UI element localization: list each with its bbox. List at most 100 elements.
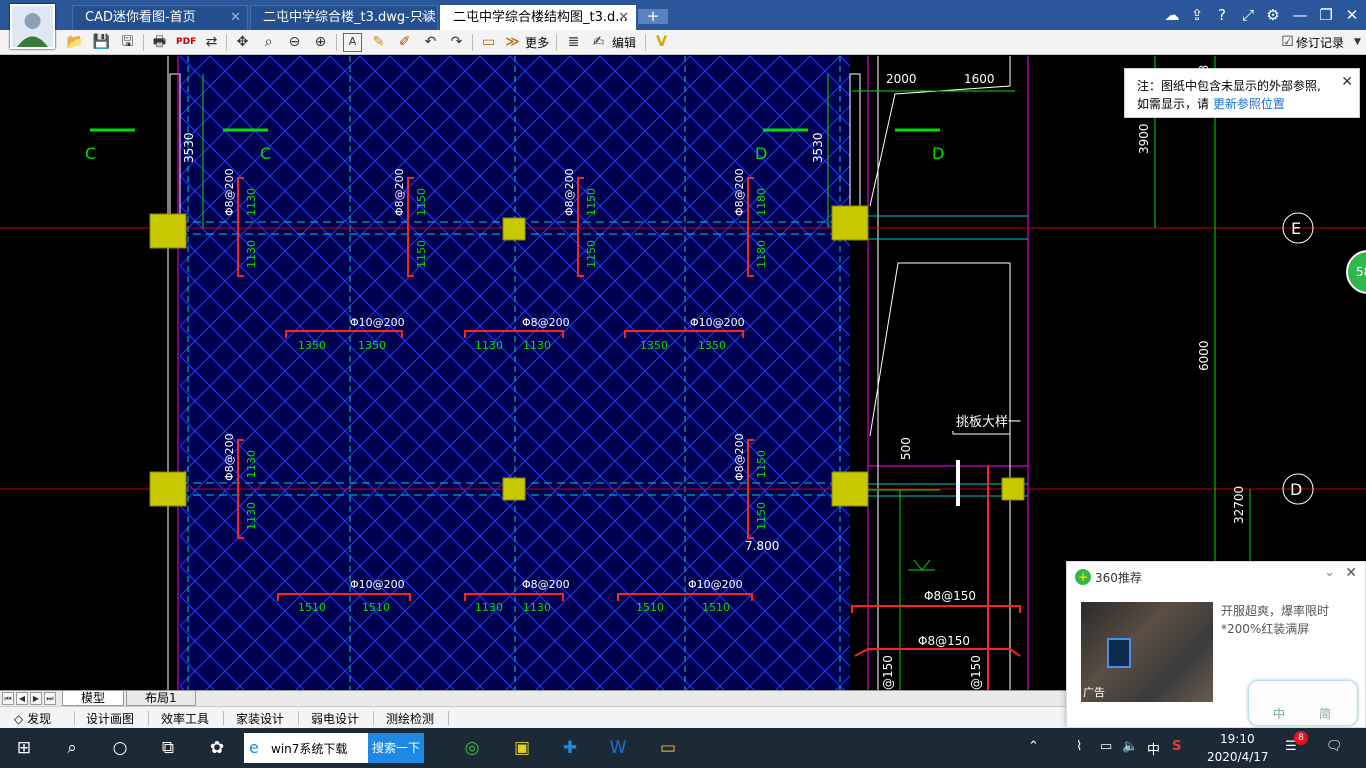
plugin-design-drawing[interactable]: 设计画图 — [86, 710, 134, 727]
chevron-up-icon[interactable]: ⌃ — [1028, 739, 1039, 754]
clock-time[interactable]: 19:10 — [1220, 732, 1255, 746]
prev-layout-icon[interactable]: ◀ — [16, 692, 28, 705]
action-center-icon[interactable]: 🗨 — [1326, 739, 1343, 754]
pan-icon[interactable]: ✥ — [233, 33, 252, 52]
dim-3530: 3530 — [811, 132, 825, 163]
measure-icon[interactable]: ▭ — [479, 33, 498, 52]
markup-icon[interactable]: ✐ — [395, 33, 414, 52]
edit-icon[interactable]: ✍ — [589, 33, 608, 52]
settings-gear-icon[interactable]: ⚙ — [1263, 5, 1283, 25]
layout-tab-layout1[interactable]: 布局1 — [126, 691, 196, 706]
network-icon[interactable]: ⌇ — [1076, 739, 1082, 754]
svg-text:1350: 1350 — [640, 339, 668, 352]
convert-icon[interactable]: ⇄ — [202, 33, 221, 52]
ime-floating-widget[interactable]: 中 简 — [1248, 680, 1358, 726]
more-tools-icon[interactable]: ≫ — [503, 33, 522, 52]
zoom-window-icon[interactable]: ⌕ — [259, 33, 278, 52]
vip-icon[interactable]: V — [652, 33, 671, 52]
tab-close-icon[interactable]: ✕ — [618, 6, 629, 29]
dim-32700: 32700 — [1232, 486, 1246, 524]
update-reference-link[interactable]: 更新参照位置 — [1213, 97, 1285, 111]
windows-start-icon[interactable]: ⊞ — [12, 736, 36, 760]
user-avatar[interactable] — [10, 4, 55, 49]
minimize-icon[interactable]: — — [1290, 5, 1310, 25]
svg-text:1130: 1130 — [475, 601, 503, 614]
tab-dwg-readonly[interactable]: 二屯中学综合楼_t3.dwg-只读 ✕ — [250, 5, 438, 30]
browser-360-icon[interactable]: ◎ — [460, 736, 484, 760]
taskbar-search-button[interactable]: 搜索一下 — [368, 733, 424, 763]
svg-text:1150: 1150 — [585, 240, 598, 268]
svg-text:1350: 1350 — [698, 339, 726, 352]
zoom-out-icon[interactable]: ⊖ — [285, 33, 304, 52]
pdf-icon[interactable]: PDF — [176, 33, 196, 52]
tab-close-icon[interactable]: ✕ — [230, 6, 241, 29]
close-icon[interactable]: ✕ — [1345, 565, 1357, 581]
cad-app-icon[interactable]: ▣ — [510, 736, 534, 760]
cloud-icon[interactable]: ☁ — [1162, 5, 1182, 25]
ad-text-line-1[interactable]: 开服超爽，爆率限时 — [1221, 602, 1329, 619]
tab-structure-drawing[interactable]: 二屯中学综合楼结构图_t3.d... ✕ — [440, 5, 636, 30]
revision-icon[interactable]: ☑ — [1278, 33, 1297, 52]
ime-indicator[interactable]: 中 — [1147, 739, 1160, 758]
edit-button[interactable]: 编辑 — [612, 34, 636, 51]
more-button[interactable]: 更多 — [525, 34, 549, 51]
help-icon[interactable]: ? — [1212, 5, 1232, 25]
task-view-icon[interactable]: ⧉ — [156, 736, 180, 760]
last-layout-icon[interactable]: ⏭ — [44, 692, 56, 705]
pen-icon[interactable]: ✎ — [369, 33, 388, 52]
rebar-label: Φ8@200 — [733, 168, 746, 216]
battery-icon[interactable]: ▭ — [1100, 739, 1112, 754]
print-icon[interactable]: 🖶 — [150, 33, 169, 52]
elevation-label: 7.800 — [745, 539, 779, 553]
zoom-extents-icon[interactable]: ⊕ — [311, 33, 330, 52]
dropdown-arrow-icon[interactable]: ▼ — [1348, 33, 1366, 52]
ad-text-line-2[interactable]: *200%红装满屏 — [1221, 620, 1309, 637]
share-icon[interactable]: ⇪ — [1187, 5, 1207, 25]
open-folder-icon[interactable]: 📂 — [66, 33, 85, 52]
first-layout-icon[interactable]: ⏮ — [2, 692, 14, 705]
svg-text:1510: 1510 — [298, 601, 326, 614]
text-tool-icon[interactable]: A — [343, 33, 362, 52]
ad-image[interactable]: 广告 — [1081, 602, 1213, 702]
tab-close-icon[interactable]: ✕ — [420, 6, 431, 29]
next-layout-icon[interactable]: ▶ — [30, 692, 42, 705]
new-tab-button[interactable]: + — [638, 9, 668, 24]
file-explorer-icon[interactable]: ▭ — [656, 736, 680, 760]
taskbar-search-text[interactable]: win7系统下载 — [271, 740, 347, 757]
cortana-icon[interactable]: ○ — [108, 736, 132, 760]
svg-text:Φ8@200: Φ8@200 — [522, 316, 570, 329]
plugin-survey[interactable]: 测绘检测 — [386, 710, 434, 727]
volume-icon[interactable]: 🔈 — [1122, 739, 1138, 754]
restore-icon[interactable]: ❐ — [1316, 5, 1336, 25]
svg-text:Φ10@200: Φ10@200 — [690, 316, 745, 329]
elevation-triangle — [913, 559, 931, 571]
game-item-icon — [1107, 638, 1131, 668]
layout-tab-model[interactable]: 模型 — [62, 691, 125, 706]
fan-app-icon[interactable]: ✿ — [205, 736, 229, 760]
save-as-icon[interactable]: 🖫 — [118, 33, 137, 52]
close-icon[interactable]: ✕ — [1341, 73, 1353, 91]
sogou-icon[interactable]: S — [1172, 739, 1181, 754]
wps-icon[interactable]: W — [606, 736, 630, 760]
discover-button[interactable]: ◇ 发现 — [14, 710, 51, 727]
search-icon[interactable]: ⌕ — [60, 736, 84, 760]
fullscreen-icon[interactable]: ⤢ — [1238, 5, 1258, 25]
layers-icon[interactable]: ≣ — [564, 33, 583, 52]
plugin-home-design[interactable]: 家装设计 — [236, 710, 284, 727]
ime-mode-simplified[interactable]: 简 — [1319, 705, 1331, 722]
toolbar-divider — [556, 34, 557, 51]
clock-date[interactable]: 2020/4/17 — [1207, 750, 1269, 764]
chevron-down-icon[interactable]: ⌄ — [1324, 565, 1335, 580]
taskbar-search-box[interactable]: e win7系统下载 搜索一下 — [244, 733, 424, 763]
connect-app-icon[interactable]: ✚ — [558, 736, 582, 760]
save-icon[interactable]: 💾 — [92, 33, 111, 52]
tab-home[interactable]: CAD迷你看图-首页 ✕ — [72, 5, 248, 30]
close-window-icon[interactable]: ✕ — [1342, 5, 1362, 25]
ime-mode-cn[interactable]: 中 — [1273, 705, 1285, 722]
plugin-efficiency-tools[interactable]: 效率工具 — [161, 710, 209, 727]
redo-icon[interactable]: ↷ — [447, 33, 466, 52]
revision-record-button[interactable]: 修订记录 — [1296, 34, 1344, 51]
plugin-weak-current[interactable]: 弱电设计 — [311, 710, 359, 727]
notification-count-badge: 8 — [1294, 731, 1308, 745]
undo-icon[interactable]: ↶ — [421, 33, 440, 52]
